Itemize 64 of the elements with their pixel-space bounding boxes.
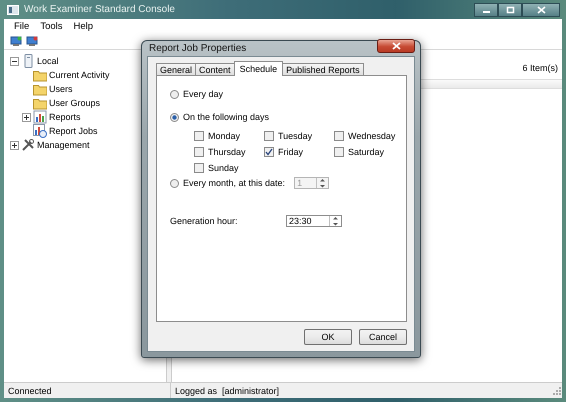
chart-icon [33,110,47,124]
checkbox[interactable] [334,146,344,156]
checkbox[interactable] [264,146,274,156]
tree-item[interactable]: Users [49,84,73,94]
app-icon [7,4,19,14]
checkbox[interactable] [194,146,204,156]
disconnect-icon[interactable] [26,36,38,46]
dialog-title: Report Job Properties [149,43,246,54]
radio-button[interactable] [170,178,179,188]
tree-item[interactable]: Report Jobs [49,126,98,136]
radio-button[interactable] [170,90,179,98]
checkbox-label[interactable]: Monday [208,130,240,140]
tab[interactable]: Schedule [234,61,284,76]
close-button[interactable] [377,39,415,53]
radio-label[interactable]: Every month, at this date: [183,178,286,188]
folder-icon [33,68,47,82]
menu-item[interactable]: File [9,20,34,32]
spin-arrows-icon[interactable] [329,216,341,226]
expand-icon[interactable] [10,140,19,150]
tree-item[interactable]: User Groups [49,98,100,108]
radio-label[interactable]: Every day [183,89,224,99]
checkbox-label[interactable]: Sunday [208,162,239,172]
window-title: Work Examiner Standard Console [24,4,175,15]
checkbox[interactable] [264,130,274,140]
time-spinner[interactable]: 23:30 [286,215,342,227]
checkbox-label[interactable]: Friday [278,146,304,156]
tab[interactable]: Published Reports [282,63,364,75]
tree-item[interactable]: Local [37,56,59,66]
close-icon [536,6,546,14]
tree-item[interactable]: Reports [49,112,81,122]
tree-item[interactable]: Management [37,140,90,150]
status-text: Connected [7,386,52,396]
dialog-button[interactable]: OK [304,329,352,345]
maximize-button[interactable] [498,2,522,16]
checkbox-label[interactable]: Thursday [208,146,246,156]
resize-grip[interactable] [553,386,561,394]
field-label: Generation hour: [170,216,239,226]
status-text: Logged as [administrator] [174,386,280,396]
menu-item[interactable]: Help [68,20,98,32]
tree-item[interactable]: Current Activity [49,70,110,80]
expand-icon[interactable] [22,112,31,122]
checkbox-label[interactable]: Saturday [348,146,384,156]
minimize-button[interactable] [474,2,498,16]
tools-icon [21,138,35,152]
checkbox[interactable] [334,130,344,140]
radio-button[interactable] [170,112,179,122]
tab[interactable]: General [156,63,196,75]
tab[interactable]: Content [195,63,235,75]
maximize-icon [506,6,514,14]
checkbox[interactable] [194,130,204,140]
checkbox-label[interactable]: Tuesday [278,130,312,140]
checkbox[interactable] [194,162,204,172]
connect-icon[interactable] [10,36,22,46]
close-icon [392,42,400,50]
chart-clock-icon [33,124,47,138]
menu-item[interactable]: Tools [35,20,68,32]
close-button[interactable] [522,2,560,16]
dialog-button[interactable]: Cancel [359,329,407,345]
item-count: 6 Item(s) [521,62,559,75]
folder-icon [33,96,47,110]
folder-icon [33,82,47,96]
checkbox-label[interactable]: Wednesday [348,130,396,140]
radio-label[interactable]: On the following days [183,112,270,122]
collapse-icon[interactable] [10,56,19,66]
